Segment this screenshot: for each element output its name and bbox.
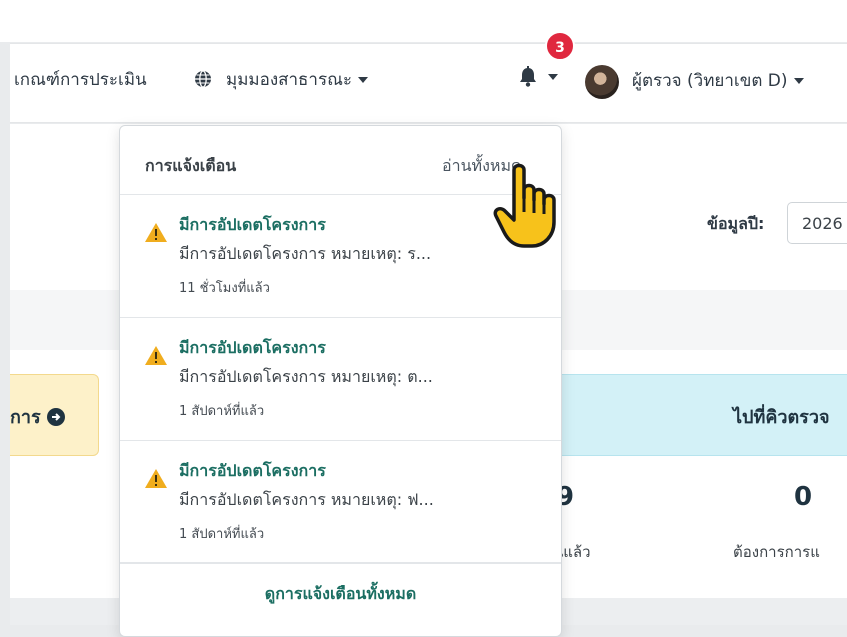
dropdown-footer: ดูการแจ้งเตือนทั้งหมด [120, 562, 561, 623]
warning-icon [145, 223, 167, 242]
globe-icon [194, 70, 212, 88]
stat-value: 0 [794, 482, 813, 512]
notification-title: มีการอัปเดตโครงการ [179, 461, 326, 480]
hand-pointer-icon [493, 163, 556, 248]
notification-time: 1 สัปดาห์ที่แล้ว [179, 404, 265, 419]
notification-body: มีการอัปเดตโครงการ หมายเหตุ: ต... [179, 367, 433, 386]
view-all-notifications-link[interactable]: ดูการแจ้งเตือนทั้งหมด [120, 582, 561, 607]
review-queue-label[interactable]: ไปที่คิวตรวจ [733, 402, 830, 431]
warning-icon [145, 346, 167, 365]
dropdown-title: การแจ้งเตือน [145, 156, 237, 175]
notification-bell-button[interactable] [518, 66, 558, 92]
bell-icon [520, 66, 536, 87]
notification-body: มีการอัปเดตโครงการ หมายเหตุ: ฟ... [179, 490, 434, 509]
yellow-card-label: การ [10, 407, 41, 428]
notification-item[interactable]: มีการอัปเดตโครงการ มีการอัปเดตโครงการ หม… [120, 318, 561, 441]
user-menu[interactable]: ผู้ตรวจ (วิทยาเขต D) [632, 67, 804, 94]
chevron-down-icon [358, 77, 369, 83]
warning-icon [145, 469, 167, 488]
notification-body: มีการอัปเดตโครงการ หมายเหตุ: ร... [179, 244, 432, 263]
notification-title: มีการอัปเดตโครงการ [179, 338, 326, 357]
top-strip [0, 0, 847, 42]
notification-count-badge: 3 [545, 31, 575, 61]
year-label: ข้อมูลปี: [707, 214, 765, 233]
yellow-card-text[interactable]: การ [10, 402, 65, 431]
chevron-down-icon [548, 74, 558, 80]
notification-title: มีการอัปเดตโครงการ [179, 215, 326, 234]
chevron-down-icon [793, 78, 804, 84]
notification-item[interactable]: มีการอัปเดตโครงการ มีการอัปเดตโครงการ หม… [120, 441, 561, 564]
user-name: ผู้ตรวจ (วิทยาเขต D) [632, 71, 788, 91]
year-select[interactable]: 2026 [787, 202, 847, 244]
notification-time: 11 ชั่วโมงที่แล้ว [179, 281, 270, 296]
nav-public-view-menu[interactable]: มุมมองสาธารณะ [194, 66, 369, 93]
stat-label: ต้องการการแ [733, 543, 820, 561]
arrow-circle-right-icon [46, 408, 65, 426]
notification-time: 1 สัปดาห์ที่แล้ว [179, 527, 265, 542]
avatar[interactable] [585, 65, 619, 99]
public-view-label: มุมมองสาธารณะ [226, 70, 353, 90]
nav-criteria-link[interactable]: เกณฑ์การประเมิน [14, 66, 147, 93]
